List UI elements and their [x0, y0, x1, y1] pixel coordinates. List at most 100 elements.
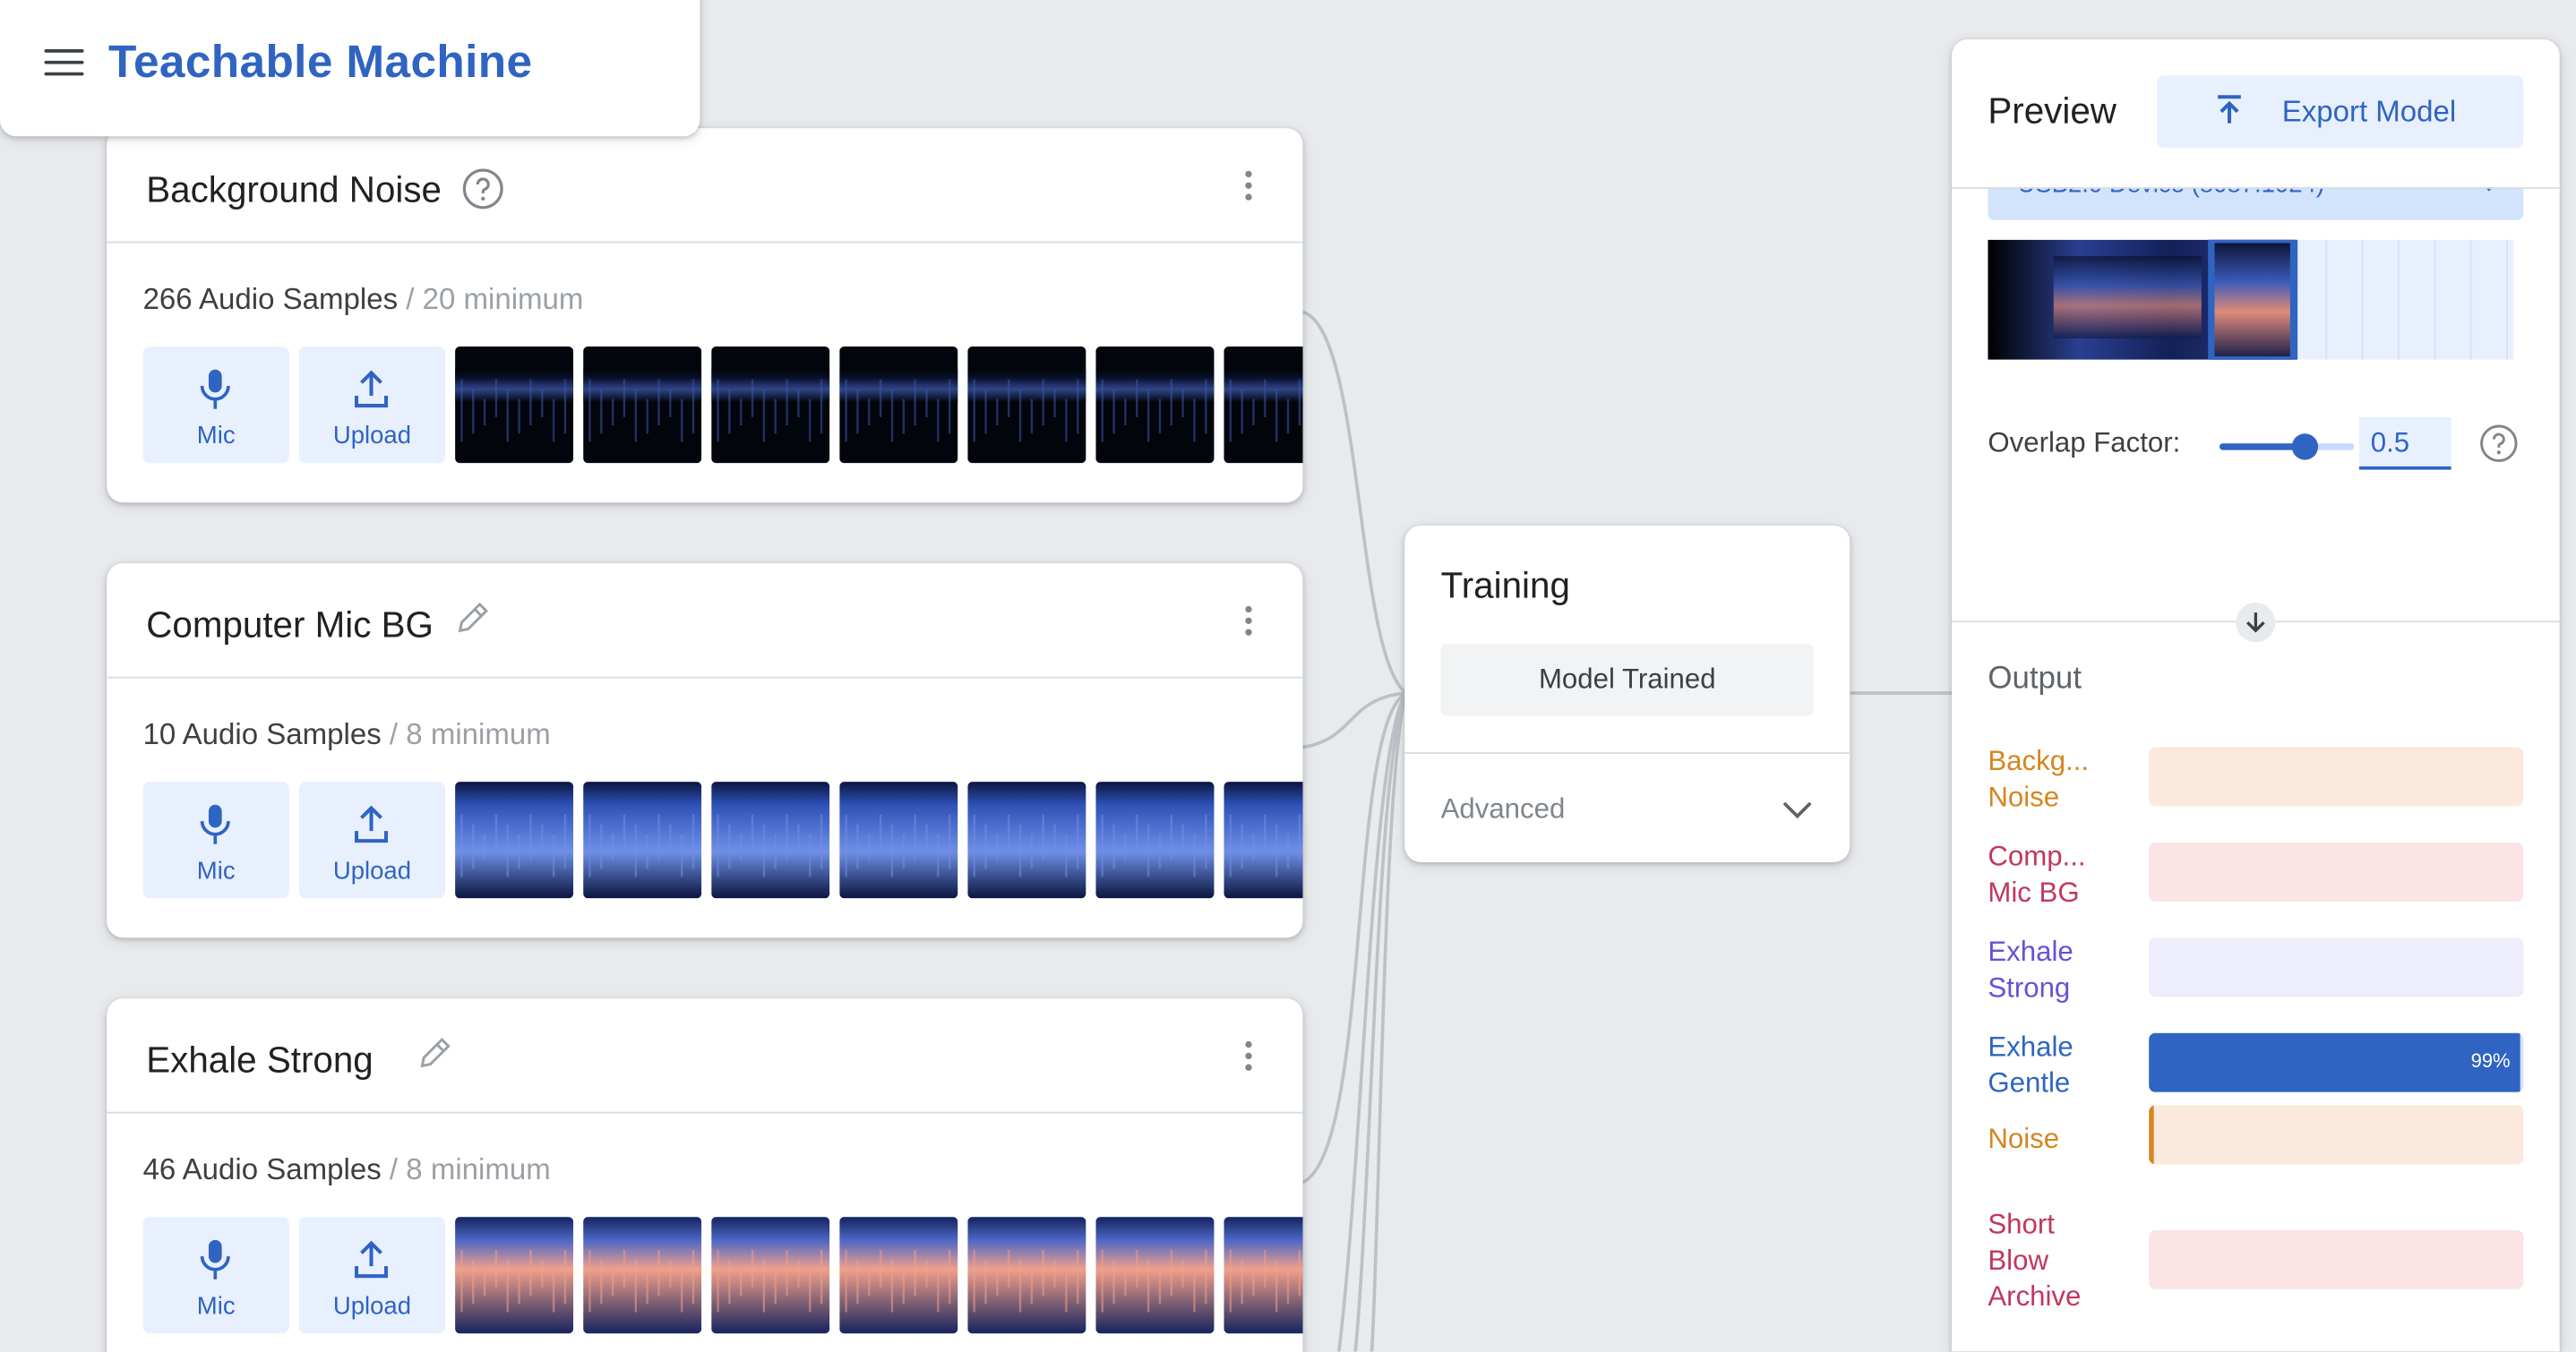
divider: [1952, 187, 2560, 189]
output-title: Output: [1988, 662, 2082, 697]
output-label: Exhale Gentle: [1988, 1031, 2074, 1100]
mic-icon: [200, 1239, 230, 1279]
sample-minimum: / 8 minimum: [389, 1152, 551, 1186]
sample-count-value: 46 Audio Samples: [142, 1152, 382, 1186]
overlap-factor-slider[interactable]: [2220, 433, 2355, 460]
class-name[interactable]: Computer Mic BG: [146, 604, 434, 647]
output-label: Short Blow Archive: [1988, 1208, 2082, 1313]
audio-sample-thumbnail[interactable]: [839, 782, 958, 899]
output-percent: 99%: [2470, 1049, 2511, 1073]
upload-label: Upload: [332, 857, 412, 886]
pencil-icon[interactable]: [452, 598, 492, 637]
audio-sample-thumbnail[interactable]: [455, 347, 574, 464]
upload-icon: [355, 1240, 389, 1279]
preview-title: Preview: [1988, 90, 2117, 132]
class-header: Background Noise: [107, 128, 1303, 244]
mic-label: Mic: [196, 1292, 236, 1321]
output-confidence-fill: [2149, 1105, 2154, 1165]
mic-label: Mic: [196, 857, 236, 886]
upload-button[interactable]: Upload: [298, 1217, 446, 1334]
training-card: Training Model Trained Advanced: [1404, 525, 1850, 862]
sample-count-value: 10 Audio Samples: [142, 717, 382, 751]
chevron-down-icon[interactable]: [1781, 798, 1814, 821]
audio-sample-thumbnail[interactable]: [1095, 1217, 1215, 1334]
output-label: Exhale Strong: [1988, 936, 2074, 1004]
audio-sample-thumbnail[interactable]: [711, 1217, 830, 1334]
app-header: Teachable Machine: [0, 0, 700, 137]
class-header: Exhale Strong: [107, 998, 1303, 1114]
output-label: Comp... Mic BG: [1988, 841, 2086, 909]
more-options-icon[interactable]: [1243, 1040, 1253, 1074]
sample-minimum: / 8 minimum: [389, 717, 551, 751]
output-confidence-bar: [2149, 1105, 2524, 1165]
pencil-icon[interactable]: [415, 1033, 454, 1073]
mic-icon: [200, 804, 230, 844]
output-confidence-bar: [2149, 842, 2524, 902]
audio-sample-thumbnail[interactable]: [455, 1217, 574, 1334]
sample-count: 10 Audio Samples / 8 minimum: [143, 718, 551, 753]
output-confidence-bar: [2149, 937, 2524, 997]
class-card: Computer Mic BG 10 Audio Samples / 8 min…: [107, 563, 1303, 938]
hamburger-menu-icon[interactable]: [44, 49, 84, 79]
audio-sample-thumbnail[interactable]: [967, 782, 1086, 899]
upload-icon: [355, 370, 389, 408]
sample-count-value: 266 Audio Samples: [142, 282, 399, 316]
slider-thumb[interactable]: [2291, 433, 2319, 460]
model-trained-button[interactable]: Model Trained: [1440, 644, 1814, 716]
audio-sample-thumbnail[interactable]: [839, 347, 958, 464]
mic-button[interactable]: Mic: [142, 347, 289, 464]
audio-sample-thumbnail[interactable]: [967, 347, 1086, 464]
output-confidence-bar: 99%: [2149, 1032, 2524, 1092]
mic-label: Mic: [196, 422, 236, 450]
advanced-toggle[interactable]: Advanced: [1441, 793, 1566, 826]
audio-sample-thumbnail[interactable]: [583, 1217, 702, 1334]
upload-icon: [2218, 95, 2241, 124]
mic-button[interactable]: Mic: [142, 1217, 289, 1334]
upload-button[interactable]: Upload: [298, 347, 446, 464]
preview-panel: USB2.0 Device (8087:1024) Preview Export…: [1952, 39, 2560, 1352]
output-confidence-fill: [2149, 1032, 2520, 1092]
export-model-label: Export Model: [2281, 95, 2457, 129]
upload-label: Upload: [332, 1292, 412, 1321]
class-header: Computer Mic BG: [107, 563, 1303, 679]
export-model-button[interactable]: Export Model: [2157, 75, 2524, 149]
mic-button[interactable]: Mic: [142, 782, 289, 899]
training-title: Training: [1440, 564, 1570, 606]
mic-icon: [200, 369, 230, 409]
output-confidence-bar: [2149, 1229, 2524, 1289]
overlap-factor-input[interactable]: 0.5: [2358, 416, 2451, 470]
class-card: Background Noise 266 Audio Samples / 20 …: [107, 128, 1303, 503]
audio-sample-thumbnail[interactable]: [711, 782, 830, 899]
upload-label: Upload: [332, 422, 412, 450]
upload-button[interactable]: Upload: [298, 782, 446, 899]
class-name[interactable]: Exhale Strong: [146, 1040, 373, 1082]
sample-minimum: / 20 minimum: [406, 282, 584, 316]
class-name[interactable]: Background Noise: [146, 169, 442, 212]
audio-sample-thumbnail[interactable]: [583, 347, 702, 464]
class-card: Exhale Strong 46 Audio Samples / 8 minim…: [107, 998, 1303, 1352]
audio-sample-thumbnail[interactable]: [1224, 782, 1303, 899]
audio-sample-thumbnail[interactable]: [711, 347, 830, 464]
output-confidence-bar: [2149, 747, 2524, 807]
app-title: Teachable Machine: [108, 36, 533, 88]
audio-sample-thumbnail[interactable]: [1224, 1217, 1303, 1334]
output-label: Noise: [1988, 1123, 2060, 1155]
audio-spectrogram-preview: [1988, 239, 2514, 360]
more-options-icon[interactable]: [1243, 605, 1253, 639]
upload-icon: [355, 805, 389, 843]
audio-sample-thumbnail[interactable]: [455, 782, 574, 899]
output-label: Backg... Noise: [1988, 745, 2090, 813]
audio-sample-thumbnail[interactable]: [1095, 782, 1215, 899]
divider: [1404, 752, 1850, 754]
arrow-down-icon[interactable]: [2236, 603, 2276, 643]
more-options-icon[interactable]: [1243, 170, 1253, 204]
audio-sample-thumbnail[interactable]: [967, 1217, 1086, 1334]
help-circle-icon[interactable]: [461, 167, 504, 210]
audio-sample-thumbnail[interactable]: [583, 782, 702, 899]
sample-count: 266 Audio Samples / 20 minimum: [143, 282, 584, 317]
help-circle-icon[interactable]: [2479, 424, 2519, 463]
audio-sample-thumbnail[interactable]: [1224, 347, 1303, 464]
sample-count: 46 Audio Samples / 8 minimum: [143, 1153, 551, 1188]
audio-sample-thumbnail[interactable]: [1095, 347, 1215, 464]
audio-sample-thumbnail[interactable]: [839, 1217, 958, 1334]
